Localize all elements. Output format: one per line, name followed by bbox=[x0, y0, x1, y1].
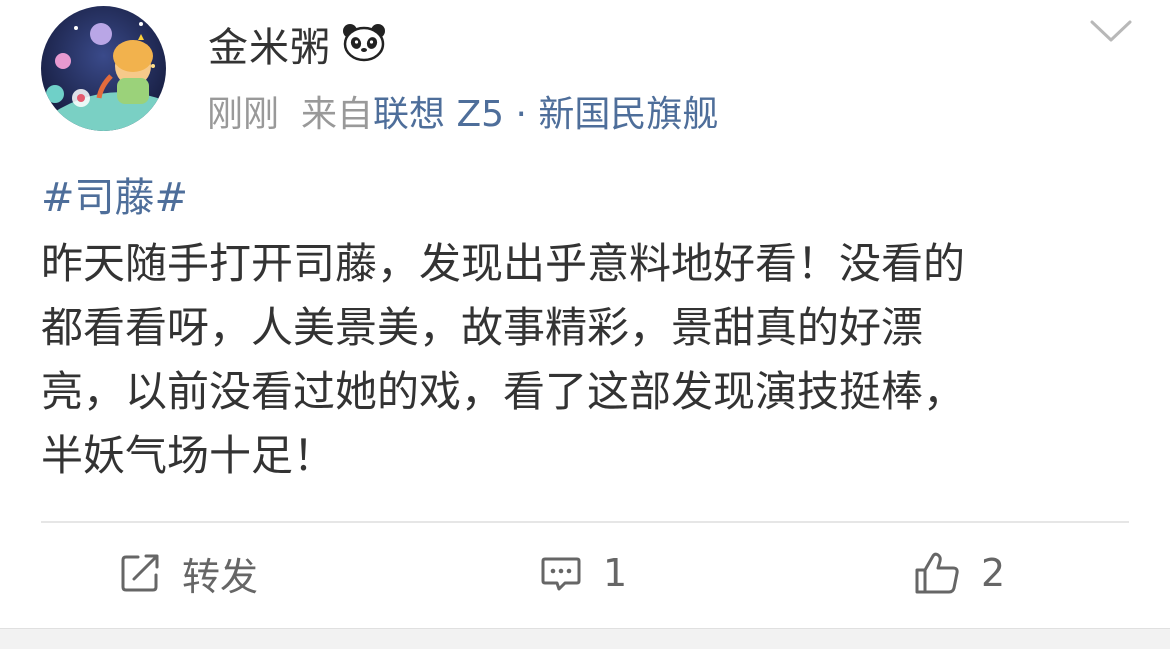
chevron-down-icon[interactable] bbox=[1088, 14, 1134, 48]
username-row: 金米粥 bbox=[208, 16, 387, 72]
like-count: 2 bbox=[981, 551, 1006, 595]
post-meta: 刚刚 来自 联想 Z5 · 新国民旗舰 bbox=[207, 86, 718, 136]
comment-button[interactable]: 1 bbox=[539, 545, 627, 601]
source-label: 来自 bbox=[301, 94, 374, 135]
device-link[interactable]: 联想 Z5 · 新国民旗舰 bbox=[373, 85, 718, 137]
comment-count: 1 bbox=[603, 551, 628, 595]
avatar[interactable] bbox=[41, 6, 166, 131]
username[interactable]: 金米粥 bbox=[208, 15, 331, 73]
post-time: 刚刚 bbox=[207, 94, 280, 135]
divider bbox=[41, 521, 1129, 523]
thumbs-up-icon bbox=[915, 552, 959, 594]
repost-icon bbox=[121, 554, 159, 592]
content-line: 昨天随手打开司藤，发现出乎意料地好看！没看的 bbox=[41, 239, 966, 288]
content-line: 亮，以前没看过她的戏，看了这部发现演技挺棒， bbox=[41, 367, 966, 416]
hashtag-link[interactable]: #司藤# bbox=[41, 165, 188, 223]
weibo-post-card: 金米粥 刚刚 来自 联想 Z5 · 新国民旗舰 #司藤# 昨天随手打开司藤，发现… bbox=[0, 0, 1170, 649]
content-line: 都看看呀，人美景美，故事精彩，景甜真的好漂 bbox=[41, 303, 924, 352]
comment-icon bbox=[541, 557, 581, 591]
repost-label: 转发 bbox=[182, 554, 259, 599]
like-button[interactable]: 2 bbox=[913, 545, 1005, 601]
content-line: 半妖气场十足！ bbox=[41, 431, 336, 480]
section-separator bbox=[0, 628, 1170, 649]
repost-button[interactable]: 转发 bbox=[118, 545, 258, 601]
post-content: 昨天随手打开司藤，发现出乎意料地好看！没看的 都看看呀，人美景美，故事精彩，景甜… bbox=[41, 232, 1121, 488]
panda-icon bbox=[341, 22, 387, 66]
